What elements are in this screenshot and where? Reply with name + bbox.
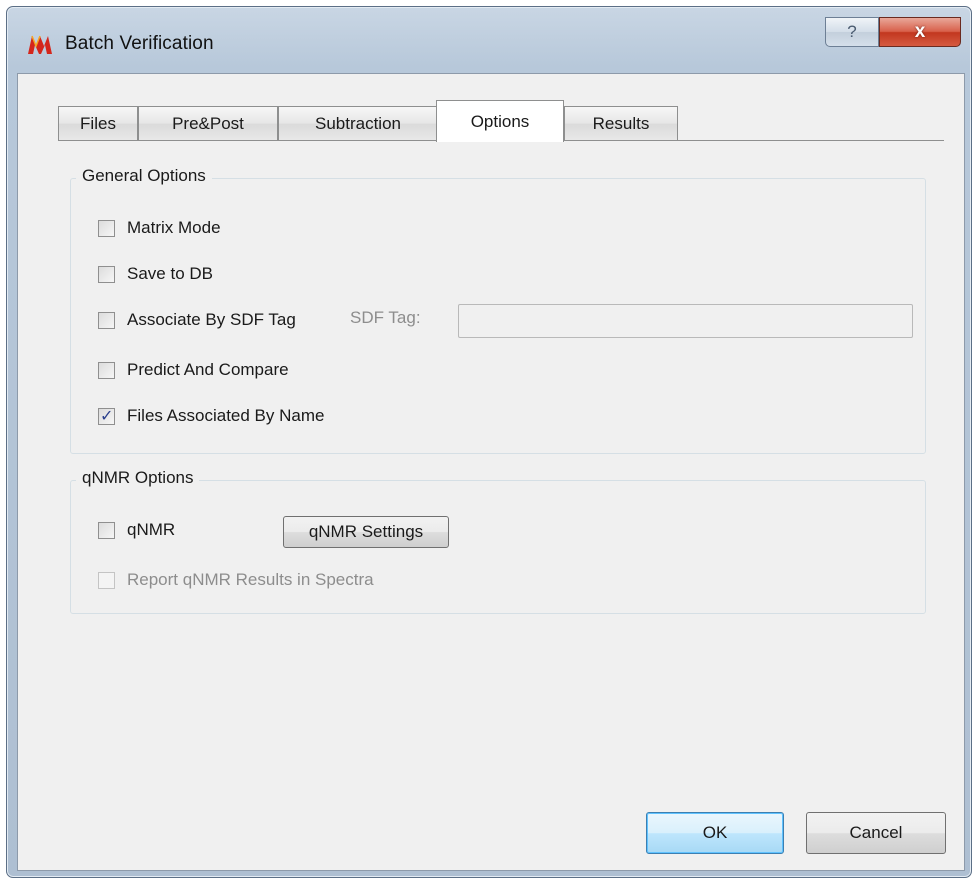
tab-pre-post[interactable]: Pre&Post — [138, 106, 278, 140]
tab-options[interactable]: Options — [436, 100, 564, 142]
associate-by-sdf-checkbox[interactable] — [98, 311, 115, 329]
dialog-window: Batch Verification ? x Files Pre&Post Su… — [6, 6, 972, 878]
qnmr-settings-label: qNMR Settings — [308, 522, 424, 541]
qnmr-options-title: qNMR Options — [76, 468, 200, 488]
close-icon: x — [914, 21, 926, 42]
predict-and-compare-checkbox[interactable] — [98, 361, 115, 379]
close-button[interactable]: x — [879, 17, 961, 47]
tab-files-label: Files — [80, 113, 116, 133]
matrix-mode-checkbox[interactable] — [98, 219, 115, 237]
dialog-client-area: Files Pre&Post Subtraction Options Resul… — [17, 73, 965, 871]
cancel-button[interactable]: Cancel — [806, 812, 946, 854]
save-to-db-option[interactable]: Save to DB — [98, 264, 213, 284]
general-options-title: General Options — [76, 166, 212, 186]
tab-subtraction[interactable]: Subtraction — [278, 106, 438, 140]
app-logo-icon — [28, 35, 52, 54]
report-qnmr-results-option: Report qNMR Results in Spectra — [98, 570, 374, 590]
qnmr-settings-button[interactable]: qNMR Settings — [283, 516, 449, 548]
associate-by-sdf-label: Associate By SDF Tag — [127, 310, 296, 329]
matrix-mode-label: Matrix Mode — [127, 218, 221, 237]
help-button[interactable]: ? — [825, 17, 879, 47]
sdf-tag-input[interactable] — [458, 304, 913, 338]
help-icon: ? — [847, 22, 857, 41]
tab-pre-post-label: Pre&Post — [172, 113, 244, 133]
tab-subtraction-label: Subtraction — [315, 113, 401, 133]
predict-and-compare-label: Predict And Compare — [127, 360, 289, 379]
ok-button[interactable]: OK — [646, 812, 784, 854]
tab-results-label: Results — [592, 113, 650, 133]
cancel-label: Cancel — [849, 823, 903, 842]
files-associated-by-name-label: Files Associated By Name — [127, 406, 325, 425]
files-associated-by-name-checkbox[interactable] — [98, 406, 115, 425]
report-qnmr-results-label: Report qNMR Results in Spectra — [127, 570, 374, 589]
tab-results[interactable]: Results — [564, 106, 678, 140]
qnmr-label: qNMR — [127, 520, 176, 539]
sdf-tag-label: SDF Tag: — [350, 308, 421, 327]
associate-by-sdf-option[interactable]: Associate By SDF Tag — [98, 310, 296, 330]
qnmr-options-group — [70, 480, 926, 614]
report-qnmr-results-checkbox — [98, 571, 115, 589]
files-associated-by-name-option[interactable]: Files Associated By Name — [98, 406, 324, 426]
ok-label: OK — [702, 823, 728, 842]
window-title: Batch Verification — [65, 33, 214, 54]
tab-options-label: Options — [470, 111, 530, 131]
qnmr-checkbox[interactable] — [98, 521, 115, 539]
save-to-db-label: Save to DB — [127, 264, 213, 283]
tab-files[interactable]: Files — [58, 106, 138, 140]
predict-and-compare-option[interactable]: Predict And Compare — [98, 360, 289, 380]
save-to-db-checkbox[interactable] — [98, 265, 115, 283]
qnmr-option[interactable]: qNMR — [98, 520, 175, 540]
title-bar[interactable]: Batch Verification ? x — [7, 7, 971, 73]
matrix-mode-option[interactable]: Matrix Mode — [98, 218, 221, 238]
